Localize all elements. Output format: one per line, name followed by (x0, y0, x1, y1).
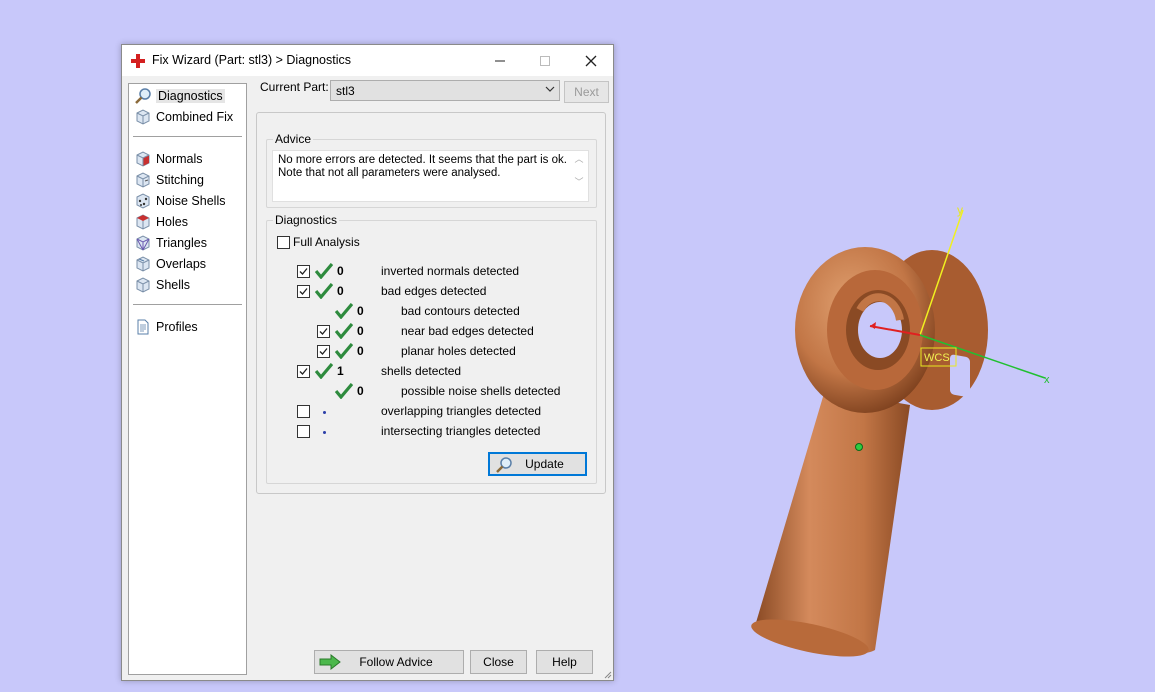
inverted-normals-count: 0 (337, 264, 344, 278)
scroll-down-icon: ﹀ (574, 177, 584, 187)
stitching-cube-icon (136, 172, 150, 188)
nav-item-profiles[interactable]: Profiles (134, 317, 198, 337)
advice-text-box[interactable]: No more errors are detected. It seems th… (272, 150, 589, 202)
axis-x-label: x (1044, 374, 1050, 386)
near-bad-edges-label: near bad edges detected (401, 324, 534, 338)
help-button[interactable]: Help (536, 650, 593, 674)
overlapping-triangles-checkbox[interactable] (297, 405, 310, 418)
fix-nav-panel: Diagnostics Combined Fix Normals Stitchi… (128, 83, 247, 675)
resize-grip-icon[interactable] (602, 669, 612, 679)
window-title: Fix Wizard (Part: stl3) > Diagnostics (152, 53, 352, 67)
title-bar[interactable]: Fix Wizard (Part: stl3) > Diagnostics (122, 45, 613, 76)
pivot-point-marker[interactable] (855, 443, 863, 451)
bad-edges-label: bad edges detected (381, 284, 487, 298)
advice-text-line-1: No more errors are detected. It seems th… (278, 154, 567, 166)
pending-dot-icon (323, 431, 326, 434)
bad-contours-count: 0 (357, 304, 364, 318)
shells-checkbox[interactable] (297, 365, 310, 378)
noise-shells-label: possible noise shells detected (401, 384, 561, 398)
check-ok-icon (315, 263, 333, 279)
check-ok-icon (335, 323, 353, 339)
intersecting-triangles-label: intersecting triangles detected (381, 424, 541, 438)
check-ok-icon (315, 363, 333, 379)
nav-item-triangles[interactable]: Triangles (134, 233, 207, 253)
pending-dot-icon (323, 411, 326, 414)
part-shaft[interactable] (748, 390, 910, 664)
nav-item-diagnostics[interactable]: Diagnostics (134, 86, 225, 106)
shells-label: shells detected (381, 364, 462, 378)
nav-item-holes[interactable]: Holes (134, 212, 188, 232)
follow-advice-label: Follow Advice (359, 655, 433, 669)
shells-count: 1 (337, 364, 344, 378)
diagnostics-panel: Advice No more errors are detected. It s… (256, 112, 606, 494)
full-analysis-label: Full Analysis (293, 235, 360, 249)
inverted-normals-label: inverted normals detected (381, 264, 520, 278)
bad-edges-count: 0 (337, 284, 344, 298)
advice-scrollbar[interactable]: ︿ ﹀ (572, 153, 586, 197)
green-arrow-icon (319, 654, 341, 670)
next-button[interactable]: Next (564, 81, 609, 103)
nav-separator (133, 304, 242, 305)
check-ok-icon (335, 303, 353, 319)
axis-y-label: y (957, 203, 963, 217)
overlapping-triangles-label: overlapping triangles detected (381, 404, 542, 418)
maximize-button[interactable] (522, 45, 568, 76)
check-ok-icon (315, 283, 333, 299)
update-button[interactable]: Update (488, 452, 587, 476)
current-part-label: Current Part: (260, 80, 329, 94)
current-part-select[interactable]: stl3 (330, 80, 560, 101)
red-cross-icon (131, 54, 145, 68)
planar-holes-checkbox[interactable] (317, 345, 330, 358)
shells-icon (136, 277, 150, 293)
cube-icon (136, 109, 150, 125)
update-label: Update (525, 457, 564, 471)
advice-group: Advice No more errors are detected. It s… (266, 132, 597, 208)
wcs-label: WCS (924, 352, 950, 364)
planar-holes-count: 0 (357, 344, 364, 358)
minimize-button[interactable] (477, 45, 523, 76)
overlaps-icon (136, 256, 150, 272)
holes-cube-icon (136, 214, 150, 230)
nav-item-noise-shells[interactable]: Noise Shells (134, 191, 225, 211)
bad-edges-checkbox[interactable] (297, 285, 310, 298)
noise-shells-icon (136, 193, 150, 209)
noise-shells-count: 0 (357, 384, 364, 398)
close-window-button[interactable] (568, 45, 614, 76)
planar-holes-label: planar holes detected (401, 344, 516, 358)
magnifier-icon (135, 88, 151, 104)
full-analysis-checkbox[interactable] (277, 236, 290, 249)
nav-item-combined-fix[interactable]: Combined Fix (134, 107, 233, 127)
inverted-normals-checkbox[interactable] (297, 265, 310, 278)
advice-legend: Advice (273, 132, 314, 146)
near-bad-edges-count: 0 (357, 324, 364, 338)
follow-advice-button[interactable]: Follow Advice (314, 650, 464, 674)
check-ok-icon (335, 343, 353, 359)
triangles-icon (136, 235, 150, 251)
chevron-down-icon (545, 86, 555, 92)
current-part-value: stl3 (336, 84, 355, 98)
scroll-up-icon: ︿ (574, 154, 584, 164)
advice-text-line-2: Note that not all parameters were analys… (278, 167, 501, 179)
nav-item-shells[interactable]: Shells (134, 275, 190, 295)
3d-viewport[interactable]: y x WCS (700, 190, 1100, 670)
bad-contours-label: bad contours detected (401, 304, 520, 318)
fix-wizard-dialog: Fix Wizard (Part: stl3) > Diagnostics Di… (121, 44, 614, 681)
intersecting-triangles-checkbox[interactable] (297, 425, 310, 438)
nav-item-stitching[interactable]: Stitching (134, 170, 204, 190)
nav-item-overlaps[interactable]: Overlaps (134, 254, 206, 274)
nav-separator (133, 136, 242, 137)
magnifier-icon (496, 457, 512, 473)
near-bad-edges-checkbox[interactable] (317, 325, 330, 338)
diagnostics-group: Diagnostics Full Analysis 0 inverted nor… (266, 213, 597, 484)
close-button[interactable]: Close (470, 650, 527, 674)
diagnostics-legend: Diagnostics (273, 213, 340, 227)
document-icon (137, 319, 149, 335)
nav-item-normals[interactable]: Normals (134, 149, 203, 169)
check-ok-icon (335, 383, 353, 399)
normals-cube-icon (136, 151, 150, 167)
